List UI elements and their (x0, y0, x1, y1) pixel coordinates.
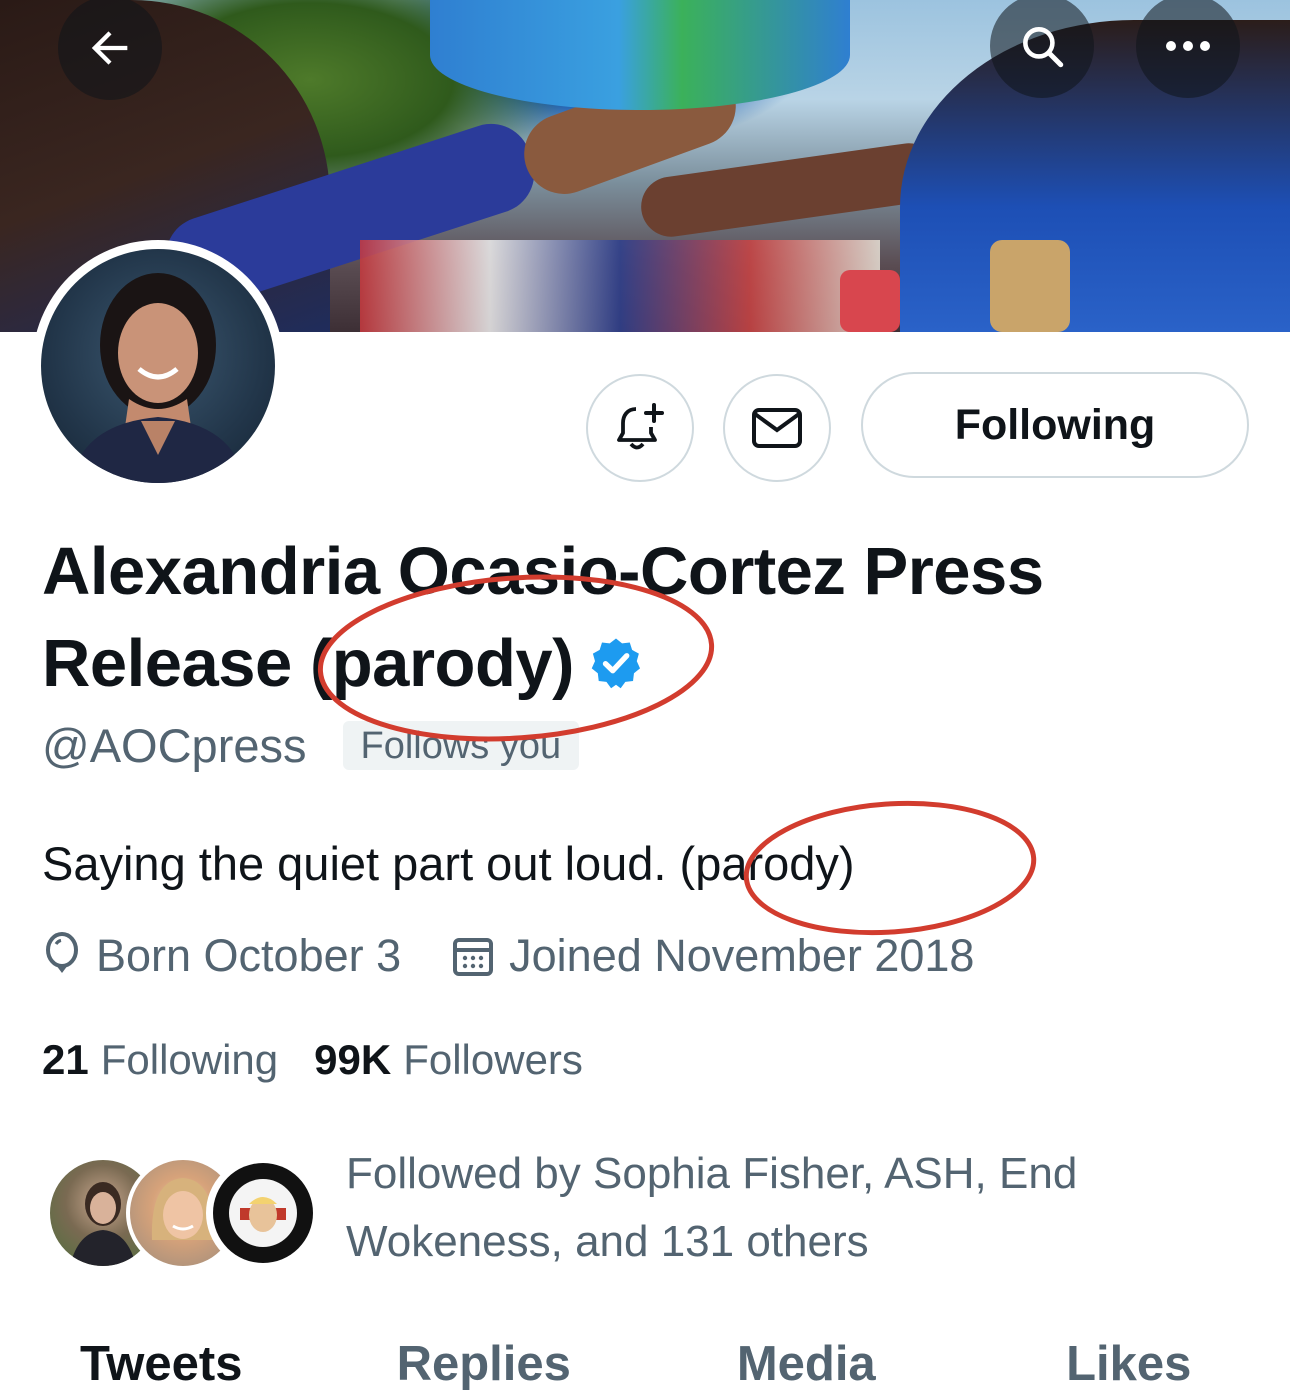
bio-parody-text: d. (parody) (627, 837, 855, 890)
calendar-icon (453, 938, 494, 976)
followers-label: Followers (403, 1036, 583, 1083)
bell-plus-icon (617, 403, 664, 450)
following-stat[interactable]: 21 Following (42, 1036, 278, 1084)
balloon-icon (46, 932, 78, 973)
message-button[interactable] (723, 374, 831, 482)
verified-badge-icon[interactable] (588, 635, 644, 691)
follows-you-badge: Follows you (342, 721, 580, 770)
tab-replies[interactable]: Replies (323, 1336, 646, 1394)
profile-handle: @AOCpress (42, 719, 307, 772)
followed-by-line-1: Followed by Sophia Fisher, ASH, End (346, 1149, 1078, 1198)
more-horizontal-icon (1166, 41, 1210, 51)
back-button[interactable] (58, 0, 162, 100)
notify-button[interactable] (586, 374, 694, 482)
name-parody-label: (parody) (309, 626, 575, 701)
birthday-text: Born October 3 (96, 930, 402, 981)
following-label: Following (100, 1036, 279, 1083)
followed-by-line-2: Wokeness, and 131 others (346, 1217, 869, 1266)
profile-tabs: Tweets Replies Media Likes (0, 1336, 1290, 1394)
followed-by-text[interactable]: Followed by Sophia Fisher, ASH, End Woke… (346, 1140, 1226, 1276)
avatar-portrait (71, 273, 245, 483)
joined-item: Joined November 2018 (451, 930, 974, 982)
joined-text: Joined November 2018 (509, 930, 975, 981)
profile-meta: Born October 3 Joined November 2018 (42, 930, 1024, 982)
followers-stat[interactable]: 99K Followers (314, 1036, 583, 1084)
following-button[interactable]: Following (861, 372, 1249, 478)
followers-count: 99K (314, 1036, 392, 1083)
follower-avatar (206, 1156, 320, 1270)
tab-tweets[interactable]: Tweets (0, 1336, 323, 1394)
profile-stats: 21 Following 99K Followers (42, 1036, 619, 1084)
handle-row: @AOCpress Follows you (42, 718, 580, 773)
followed-by-avatars[interactable] (46, 1156, 320, 1272)
tab-media[interactable]: Media (645, 1336, 968, 1394)
name-line-1: Alexandria Ocasio-Cortez Press (42, 534, 1044, 609)
profile-avatar[interactable] (32, 240, 284, 492)
name-line-2: Release (parody) (42, 618, 1262, 710)
envelope-icon (752, 408, 802, 448)
avatar-photo (41, 249, 275, 483)
tab-likes[interactable]: Likes (968, 1336, 1290, 1394)
arrow-left-icon (91, 31, 128, 65)
bio-text: Saying the quiet part out lou (42, 837, 628, 890)
profile-name: Alexandria Ocasio-Cortez Press Release (… (42, 526, 1262, 710)
profile-bio: Saying the quiet part out loud. (parody) (42, 836, 855, 891)
search-icon (1023, 27, 1064, 68)
birthday-item: Born October 3 (42, 930, 401, 982)
following-count: 21 (42, 1036, 89, 1083)
name-release: Release (42, 626, 310, 701)
